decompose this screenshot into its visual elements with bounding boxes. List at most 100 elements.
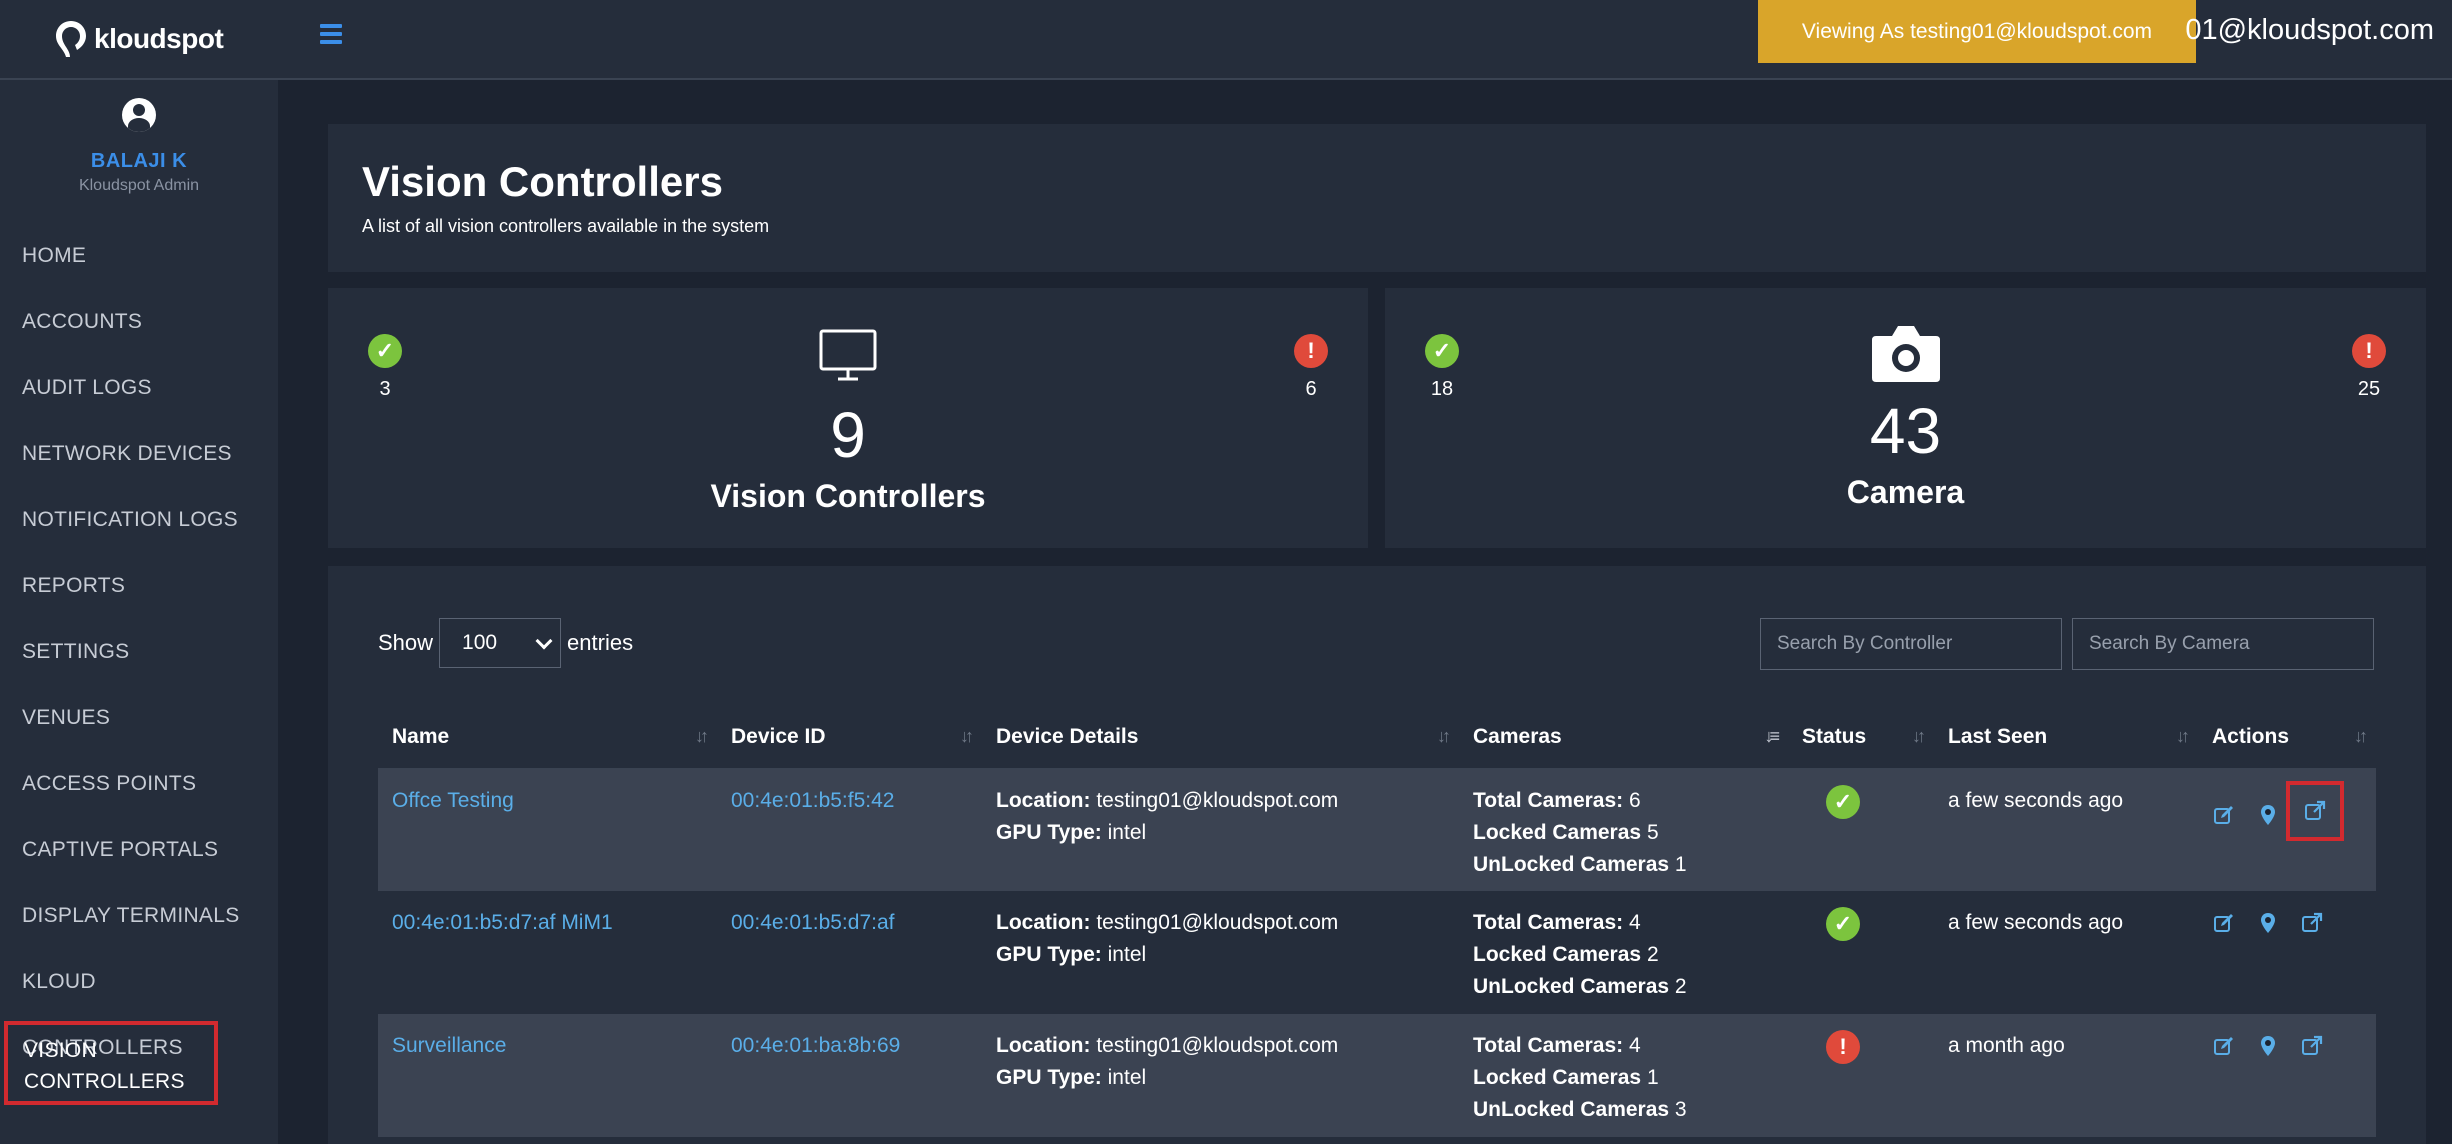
location-label: Location: [996, 1034, 1091, 1057]
gpu-value: intel [1107, 943, 1147, 966]
page-subtitle: A list of all vision controllers availab… [362, 216, 770, 236]
column-header-device-id[interactable]: Device ID ↓↑ [717, 706, 982, 769]
sidebar-item-display-terminals[interactable]: DISPLAY TERMINALS [0, 883, 278, 949]
sidebar-item-settings[interactable]: SETTINGS [0, 619, 278, 685]
column-header-last-seen[interactable]: Last Seen ↓↑ [1934, 706, 2198, 769]
table-header-row: Name ↓↑ Device ID ↓↑ Device Details ↓↑ Came… [378, 706, 2376, 769]
cell-last-seen: a few seconds ago [1934, 768, 2198, 891]
column-header-name[interactable]: Name ↓↑ [378, 706, 717, 769]
cell-device-id: 00:4e:01:b5:f5:42 [717, 768, 982, 891]
topbar: Viewing As testing01@kloudspot.com 01@kl… [278, 0, 2452, 80]
user-name[interactable]: BALAJI K [0, 150, 278, 173]
gpu-value: intel [1107, 820, 1147, 844]
controllers-label: Vision Controllers [710, 478, 986, 514]
sort-icon[interactable]: ↓↑ [2354, 726, 2368, 747]
unlocked-cameras-value: 1 [1674, 852, 1687, 876]
user-profile: BALAJI K Kloudspot Admin [0, 80, 278, 195]
external-link-icon[interactable] [2300, 911, 2324, 935]
search-camera-input[interactable] [2072, 618, 2374, 670]
sidebar-item-access-points[interactable]: ACCESS POINTS [0, 751, 278, 817]
cell-name: Offce Testing [378, 768, 717, 891]
controller-name-link[interactable]: Surveillance [392, 1034, 506, 1057]
user-role: Kloudspot Admin [78, 177, 200, 194]
vision-controllers-stat-card: ✓ 3 ! 6 9 Vision Controllers [328, 288, 1368, 548]
search-controller-input[interactable] [1760, 618, 2062, 670]
sort-icon[interactable]: ↓↑ [960, 726, 974, 747]
sort-icon[interactable]: ↓↑ [2176, 726, 2190, 747]
column-label: Last Seen [1948, 724, 2048, 748]
device-id-link[interactable]: 00:4e:01:ba:8b:69 [731, 1034, 900, 1057]
device-id-link[interactable]: 00:4e:01:b5:d7:af [731, 911, 894, 934]
column-label: Cameras [1473, 724, 1562, 748]
column-label: Actions [2212, 724, 2290, 748]
page-title: Vision Controllers [362, 158, 723, 205]
edit-icon[interactable] [2212, 1034, 2236, 1058]
map-pin-icon[interactable] [2256, 1034, 2280, 1058]
last-seen-value: a month ago [1948, 1034, 2065, 1057]
status-offline-icon: ! [1826, 1030, 1860, 1064]
sort-icon[interactable]: ↓↑ [1437, 726, 1451, 747]
sort-icon[interactable]: ↓↑ [1912, 726, 1926, 747]
total-cameras-label: Total Cameras: [1473, 911, 1624, 934]
chevron-down-icon [535, 632, 553, 650]
hamburger-menu-icon[interactable] [320, 24, 342, 44]
edit-icon[interactable] [2212, 911, 2236, 935]
map-pin-icon[interactable] [2256, 911, 2280, 935]
sidebar-item-network-devices[interactable]: NETWORK DEVICES [0, 421, 278, 487]
user-email[interactable]: 01@kloudspot.com [2185, 14, 2434, 47]
cameras-stat-card: ✓ 18 ! 25 43 Camera [1385, 288, 2426, 548]
controller-name-link[interactable]: Offce Testing [392, 789, 514, 812]
sidebar-item-audit-logs[interactable]: AUDIT LOGS [0, 355, 278, 421]
cell-last-seen: a few seconds ago [1934, 891, 2198, 1014]
sort-icon[interactable]: ↓↑ [695, 726, 709, 747]
column-header-cameras[interactable]: Cameras ↓≡ [1459, 706, 1788, 769]
logo[interactable]: kloudspot [0, 0, 278, 80]
column-label: Name [392, 724, 450, 748]
sidebar-item-venues[interactable]: VENUES [0, 685, 278, 751]
total-cameras-label: Total Cameras: [1473, 1034, 1624, 1057]
controller-name-link[interactable]: 00:4e:01:b5:d7:af MiM1 [392, 911, 613, 934]
controllers-table: Name ↓↑ Device ID ↓↑ Device Details ↓↑ Came… [378, 706, 2376, 1137]
table-row: Offce Testing 00:4e:01:b5:f5:42 Location: … [378, 768, 2376, 891]
sidebar-item-kloud-controllers[interactable]: KLOUD CONTROLLERS [0, 949, 278, 1059]
unlocked-cameras-value: 3 [1674, 1098, 1687, 1121]
show-label: Show [378, 630, 434, 655]
column-header-actions[interactable]: Actions ↓↑ [2198, 706, 2376, 769]
cell-device-id: 00:4e:01:ba:8b:69 [717, 1014, 982, 1137]
total-cameras-label: Total Cameras: [1473, 788, 1624, 812]
sidebar-item-home[interactable]: HOME [0, 223, 278, 289]
map-pin-icon[interactable] [2256, 803, 2280, 827]
column-header-device-details[interactable]: Device Details ↓↑ [982, 706, 1459, 769]
user-avatar-icon[interactable] [122, 98, 156, 132]
location-value: testing01@kloudspot.com [1096, 788, 1339, 812]
page-header: Vision Controllers A list of all vision … [328, 124, 2426, 272]
sidebar-item-captive-portals[interactable]: CAPTIVE PORTALS [0, 817, 278, 883]
location-value: testing01@kloudspot.com [1096, 911, 1339, 934]
page-size-select[interactable]: 100 [439, 618, 562, 668]
column-label: Device ID [731, 724, 826, 748]
cameras-total: 43 [1869, 395, 1942, 467]
locked-cameras-value: 2 [1646, 943, 1659, 966]
status-online-icon: ✓ [1826, 907, 1860, 941]
column-header-status[interactable]: Status ↓↑ [1788, 706, 1934, 769]
external-link-icon[interactable] [2286, 780, 2344, 841]
cell-actions [2198, 768, 2376, 891]
sidebar-item-accounts[interactable]: ACCOUNTS [0, 289, 278, 355]
cell-cameras: Total Cameras: 4 Locked Cameras 2 UnLocked… [1459, 891, 1788, 1014]
external-link-icon[interactable] [2300, 1034, 2324, 1058]
locked-cameras-label: Locked Cameras [1473, 820, 1642, 844]
online-check-icon: ✓ [368, 334, 402, 368]
edit-icon[interactable] [2212, 803, 2236, 827]
sort-desc-icon[interactable]: ↓≡ [1764, 726, 1779, 747]
brand-name: kloudspot [94, 23, 224, 54]
locked-cameras-label: Locked Cameras [1473, 943, 1642, 966]
cell-device-details: Location: testing01@kloudspot.com GPU Typ… [982, 891, 1459, 1014]
sidebar-item-reports[interactable]: REPORTS [0, 553, 278, 619]
table-row: Surveillance 00:4e:01:ba:8b:69 Location: t… [378, 1014, 2376, 1137]
viewing-as-banner: Viewing As testing01@kloudspot.com [1758, 0, 2196, 63]
total-cameras-value: 6 [1629, 788, 1641, 812]
camera-icon [1870, 322, 1942, 389]
sidebar-item-notification-logs[interactable]: NOTIFICATION LOGS [0, 487, 278, 553]
device-id-link[interactable]: 00:4e:01:b5:f5:42 [731, 789, 894, 812]
cell-device-id: 00:4e:01:b5:d7:af [717, 891, 982, 1014]
